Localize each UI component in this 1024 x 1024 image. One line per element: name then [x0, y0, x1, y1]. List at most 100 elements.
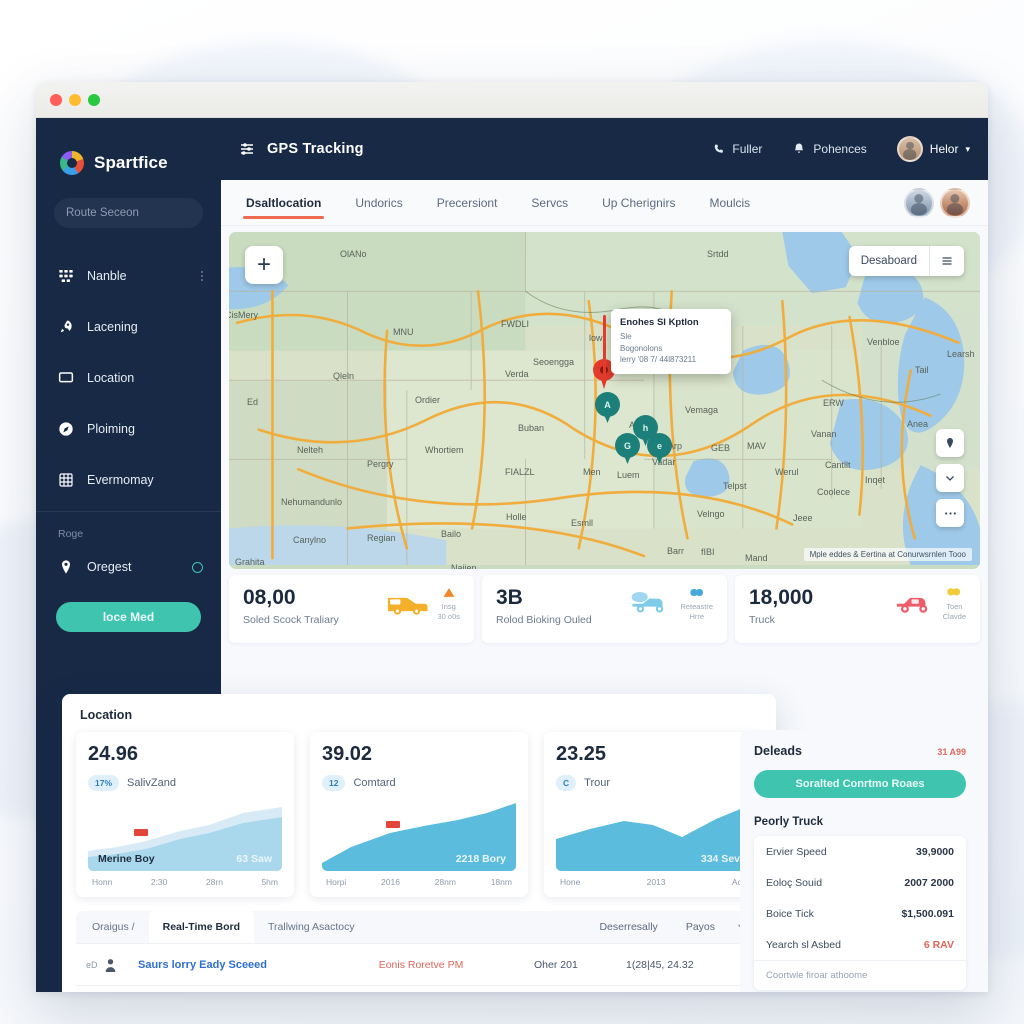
- brand[interactable]: Spartfice: [36, 118, 221, 186]
- avatar[interactable]: [904, 187, 934, 218]
- kpi-label: Truck: [749, 614, 775, 627]
- table-tab-oraigus[interactable]: Oraigus /: [78, 911, 149, 943]
- axis-tick: Honn: [92, 877, 113, 887]
- tab-servcs[interactable]: Servcs: [514, 180, 585, 226]
- table-cell-name[interactable]: Saurs lorry Eady Sceeed: [138, 959, 379, 971]
- window-minimize-button[interactable]: [69, 93, 81, 106]
- kpi-card[interactable]: 08,00 Soled Scock Traliary Insg 30 o0s: [229, 575, 474, 643]
- metric-chip: 12: [322, 775, 346, 791]
- map-cluster-marker[interactable]: G: [615, 433, 640, 464]
- kpi-value: 18,000: [749, 586, 814, 609]
- map-dashboard-button[interactable]: Desaboard: [848, 246, 964, 276]
- details-note: Coortwle firoar athoome: [754, 960, 966, 990]
- details-header: Deleads 31 A99: [754, 744, 966, 758]
- map-label: FIALZL: [505, 467, 535, 477]
- kpi-card[interactable]: 3B Rolod Bioking Ouled Reteastre Hrre: [482, 575, 727, 643]
- hamburger-icon[interactable]: [929, 246, 964, 276]
- search-input[interactable]: [66, 207, 220, 219]
- metric-card[interactable]: 24.96 17% SalivZand Merine Boy 63 Saw Ho…: [76, 732, 294, 897]
- map-label: Men: [583, 467, 601, 477]
- bell-icon: [795, 143, 804, 153]
- popup-title: Enohes SI Kptlon: [620, 317, 699, 328]
- map-label: Learsh: [947, 349, 975, 359]
- map-popup[interactable]: Enohes SI Kptlon Sle Bogonolons lerry '08 7…: [603, 309, 731, 377]
- sidebar-item-location[interactable]: Location: [36, 352, 221, 403]
- tab-dsaltlocation[interactable]: Dsaltlocation: [229, 180, 338, 226]
- tab-moulcis[interactable]: Moulcis: [692, 180, 767, 226]
- stat-key: Yearch sl Asbed: [766, 938, 841, 951]
- sidebar-item-ploiming[interactable]: Ploiming: [36, 403, 221, 454]
- map-cluster-marker[interactable]: A: [595, 392, 620, 423]
- tab-avatar-group: [904, 187, 970, 218]
- sidebar-item-oregest[interactable]: Oregest: [36, 546, 221, 588]
- details-panel: Deleads 31 A99 Soralted Conrtmo Roaes Pe…: [740, 730, 980, 992]
- tab-undorics[interactable]: Undorics: [338, 180, 419, 226]
- metric-card[interactable]: 23.25 C Trour 334 Sev Hone 2013 Ack: [544, 732, 762, 897]
- kpi-mini-top: Toen: [946, 601, 963, 611]
- map-zoom-in-button[interactable]: +: [245, 246, 283, 284]
- table-tab-real-time[interactable]: Real-Time Bord: [148, 911, 255, 943]
- sidebar-item-menu-icon[interactable]: [201, 270, 203, 281]
- ellipsis-icon[interactable]: [936, 499, 964, 527]
- details-cta-button[interactable]: Soralted Conrtmo Roaes: [754, 770, 966, 798]
- sidebar-item-label: Oregest: [87, 560, 132, 574]
- topbar-link-fuller[interactable]: Fuller: [712, 142, 762, 156]
- chart-flag-marker: [134, 829, 148, 836]
- topbar: GPS Tracking Fuller Pohences Helor ▾: [221, 118, 988, 180]
- stat-key: Eoloç Souid: [766, 876, 823, 889]
- topbar-user-label: Helor: [929, 142, 959, 156]
- axis-tick: 28rn: [205, 877, 223, 887]
- table-row[interactable]: eD Saurs lorry Eady Sceeed Eonis Roretve…: [76, 943, 762, 985]
- popup-line: Bogonolons: [620, 343, 663, 353]
- orange-triangle-icon: [443, 588, 455, 597]
- kpi-label: Rolod Bioking Ouled: [496, 614, 592, 627]
- map-cluster-marker[interactable]: e: [647, 433, 672, 464]
- sidebar-cta-button[interactable]: loce Med: [56, 602, 201, 632]
- window-maximize-button[interactable]: [88, 93, 100, 106]
- topbar-link-pohences[interactable]: Pohences: [792, 142, 867, 156]
- map-pin-icon[interactable]: [936, 429, 964, 457]
- map-label: MAV: [747, 441, 766, 451]
- tab-up-cherignirs[interactable]: Up Cherignirs: [585, 180, 692, 226]
- map-label: Najien: [451, 563, 477, 569]
- map[interactable]: OlANoCisMeryMNUFWDLIlowrSeoenggaSrtddVer…: [229, 232, 980, 569]
- table-row[interactable]: RQ Dame Relntry Cac and Soleod Eonia Rer…: [76, 985, 762, 992]
- details-section-title: Peorly Truck: [754, 816, 824, 828]
- van-icon: [388, 597, 429, 615]
- tab-precersiont[interactable]: Precersiont: [420, 180, 515, 226]
- map-label: Nehumandunlo: [281, 497, 343, 507]
- map-label: Jeee: [793, 513, 813, 523]
- details-title: Deleads: [754, 744, 802, 758]
- sparkline-chart: 2218 Bory: [322, 799, 516, 871]
- sidebar-item-evermomay[interactable]: Evermomay: [36, 454, 221, 505]
- kpi-card[interactable]: 18,000 Truck Toen Clavde: [735, 575, 980, 643]
- map-label: Ed: [247, 397, 259, 407]
- tabs-bar: Dsaltlocation Undorics Precersiont Servc…: [221, 180, 988, 226]
- sidebar-item-lacening[interactable]: Lacening: [36, 301, 221, 352]
- stat-value: 2007 2000: [904, 876, 954, 889]
- metric-card[interactable]: 39.02 12 Comtard 2218 Bory Horpi 2016 28…: [310, 732, 528, 897]
- table-tab-trallwing[interactable]: Trallwing Asactocy: [254, 911, 369, 943]
- stat-value: $1,500.091: [901, 907, 954, 920]
- sidebar-item-label: Location: [87, 370, 135, 385]
- window-titlebar: [36, 82, 988, 118]
- sparkline-label: Merine Boy: [98, 853, 155, 865]
- table-header-deserresally[interactable]: Deserresally: [585, 911, 671, 943]
- window-close-button[interactable]: [50, 93, 62, 106]
- kpi-mini-bottom: 30 o0s: [437, 612, 460, 621]
- details-badge: 31 A99: [937, 747, 966, 757]
- map-label: Seoengga: [533, 357, 575, 367]
- sidebar-item-nanble[interactable]: Nanble: [36, 250, 221, 301]
- map-label: Whortiem: [425, 445, 464, 455]
- topbar-user-menu[interactable]: Helor ▾: [896, 136, 970, 162]
- map-label: Ordier: [415, 395, 441, 405]
- map-dashboard-label: Desaboard: [860, 255, 917, 267]
- sidebar-nav: Nanble Lacening Location Ploiming Evermo…: [36, 246, 221, 632]
- search-box[interactable]: [54, 198, 220, 228]
- colorwheel-logo-icon: [60, 151, 84, 175]
- chevron-down-icon[interactable]: [936, 464, 964, 492]
- sliders-icon[interactable]: [239, 141, 255, 157]
- topbar-link-label: Fuller: [732, 142, 763, 156]
- avatar[interactable]: [940, 187, 970, 218]
- map-label: fIBI: [701, 547, 715, 557]
